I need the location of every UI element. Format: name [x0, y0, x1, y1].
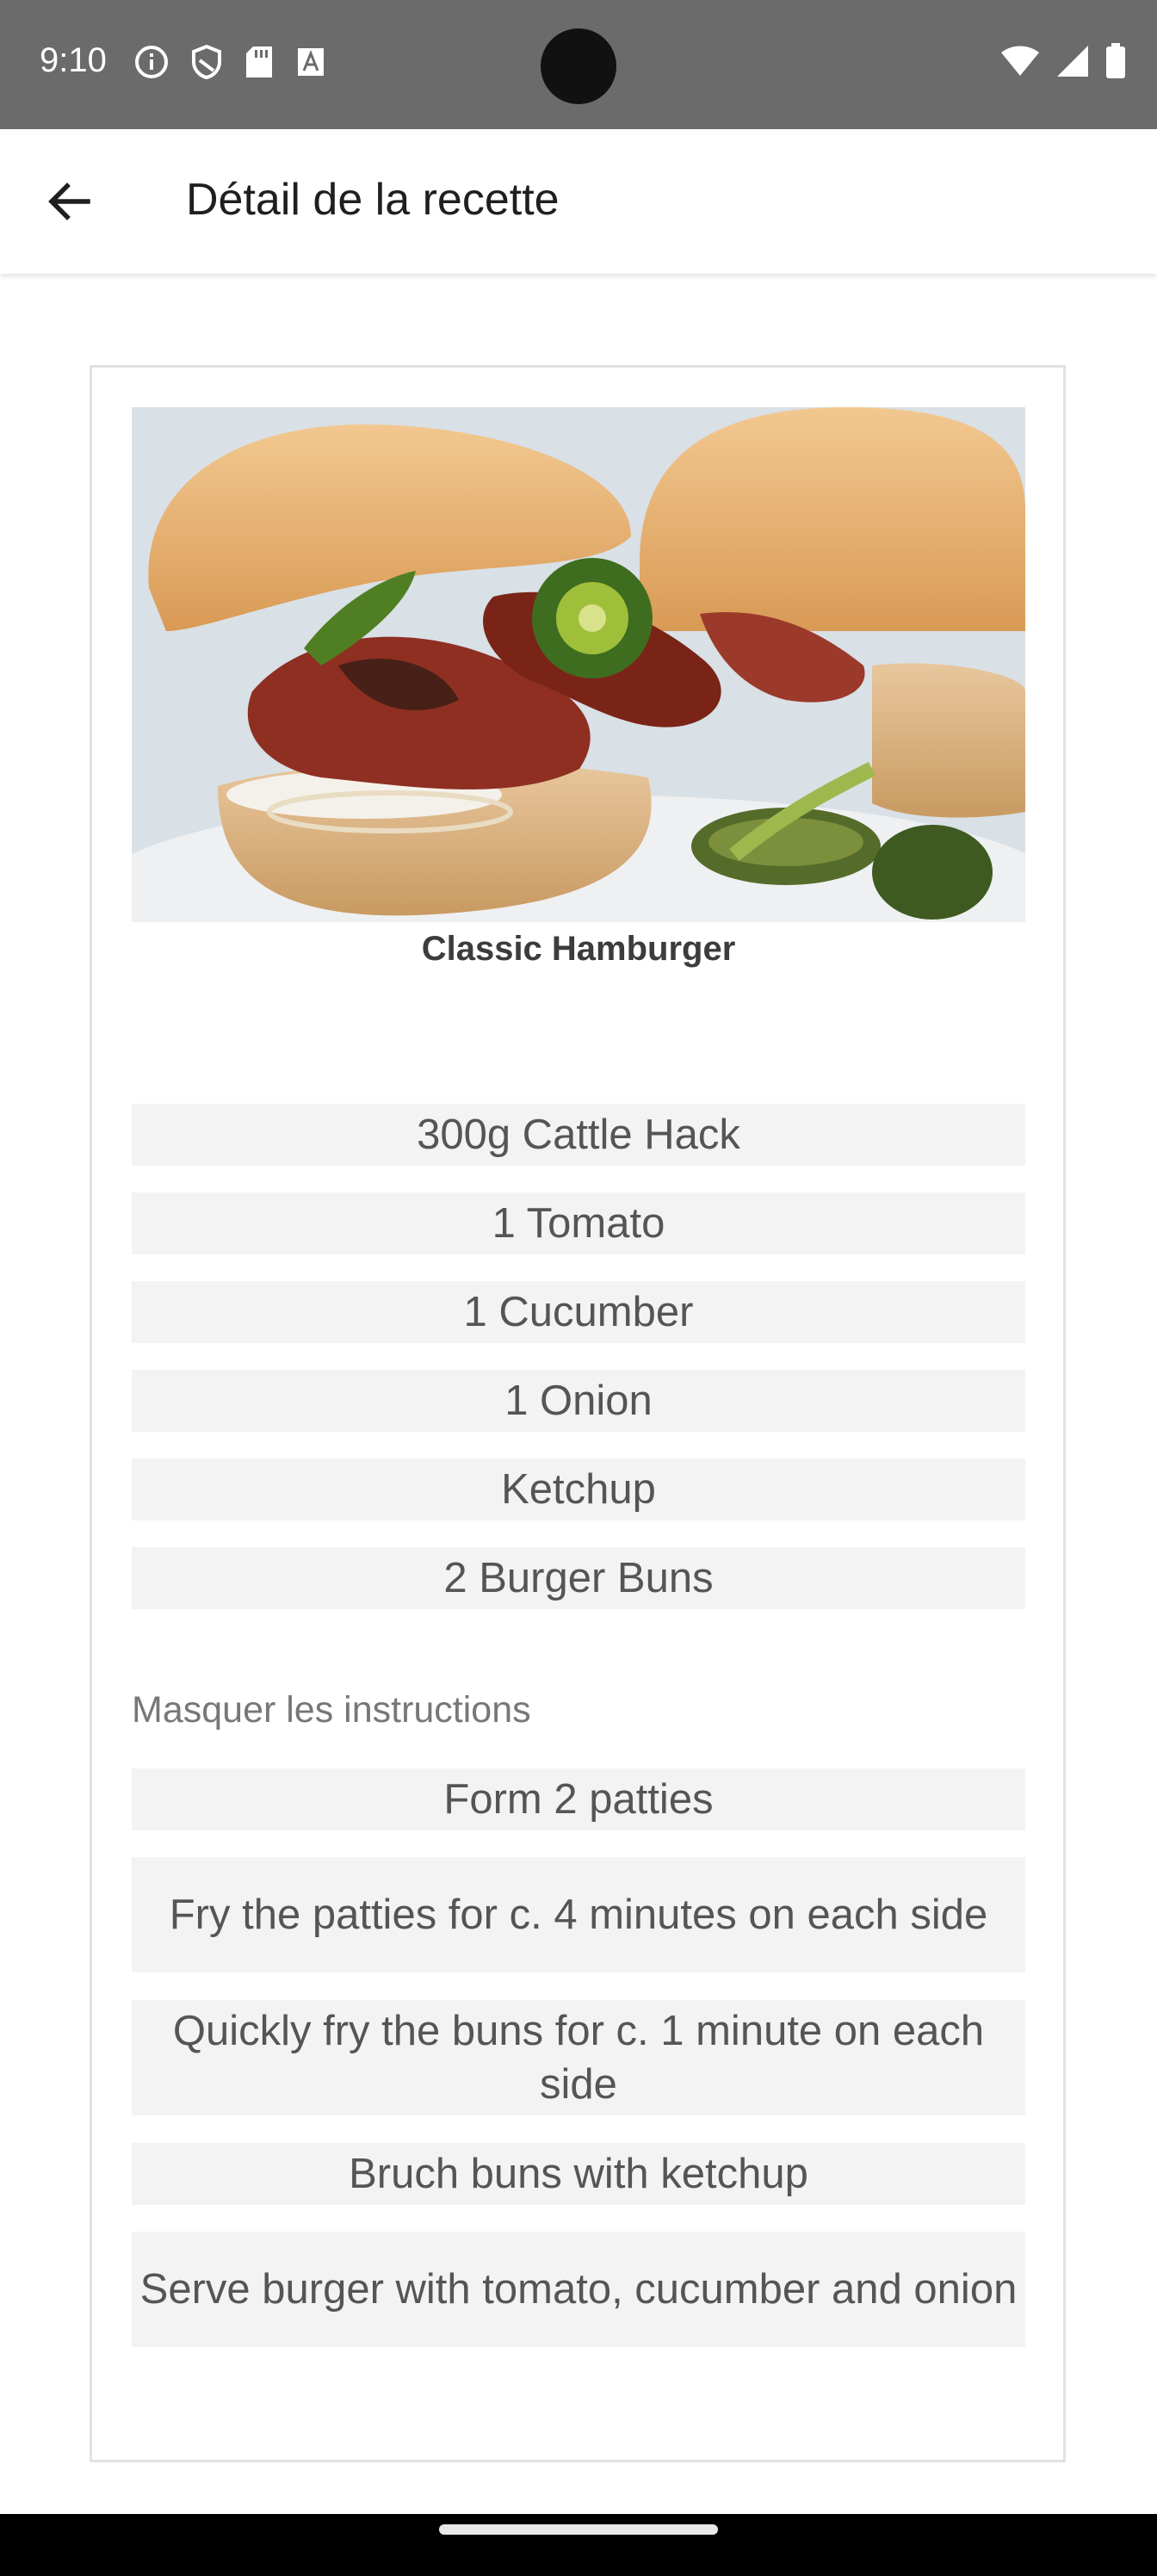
hide-instructions-toggle[interactable]: Masquer les instructions: [132, 1689, 531, 1731]
recipe-title: Classic Hamburger: [421, 930, 736, 968]
ingredient-item: 1 Cucumber: [132, 1281, 1025, 1343]
app-bar: Détail de la recette: [0, 129, 1157, 274]
ingredient-item: 1 Tomato: [132, 1192, 1025, 1254]
ingredient-item: 300g Cattle Hack: [132, 1104, 1025, 1166]
page-title: Détail de la recette: [186, 175, 560, 225]
font-icon: [296, 45, 325, 83]
info-icon: [134, 45, 169, 83]
status-icons-left: [134, 44, 325, 83]
instruction-step: Fry the patties for c. 4 minutes on each…: [132, 1857, 1025, 1972]
instruction-step: Quickly fry the buns for c. 1 minute on …: [132, 2000, 1025, 2115]
instruction-step: Bruch buns with ketchup: [132, 2143, 1025, 2205]
ingredient-item: Ketchup: [132, 1458, 1025, 1520]
arrow-back-icon: [48, 183, 90, 220]
back-button[interactable]: [41, 174, 102, 229]
sd-card-icon: [244, 45, 274, 83]
battery-icon: [1105, 43, 1126, 83]
signal-icon: [1055, 44, 1090, 82]
status-icons-right: [1000, 43, 1126, 83]
wifi-icon: [1000, 45, 1040, 81]
status-time: 9:10: [40, 41, 107, 79]
shield-icon: [191, 44, 222, 83]
front-camera: [541, 28, 616, 104]
instruction-step: Serve burger with tomato, cucumber and o…: [132, 2232, 1025, 2347]
home-gesture-handle[interactable]: [439, 2524, 718, 2535]
recipe-photo: [132, 407, 1025, 922]
ingredient-item: 1 Onion: [132, 1370, 1025, 1432]
ingredient-item: 2 Burger Buns: [132, 1547, 1025, 1609]
system-nav-bar: [0, 2514, 1157, 2576]
status-bar: 9:10: [0, 0, 1157, 129]
instruction-step: Form 2 patties: [132, 1768, 1025, 1830]
